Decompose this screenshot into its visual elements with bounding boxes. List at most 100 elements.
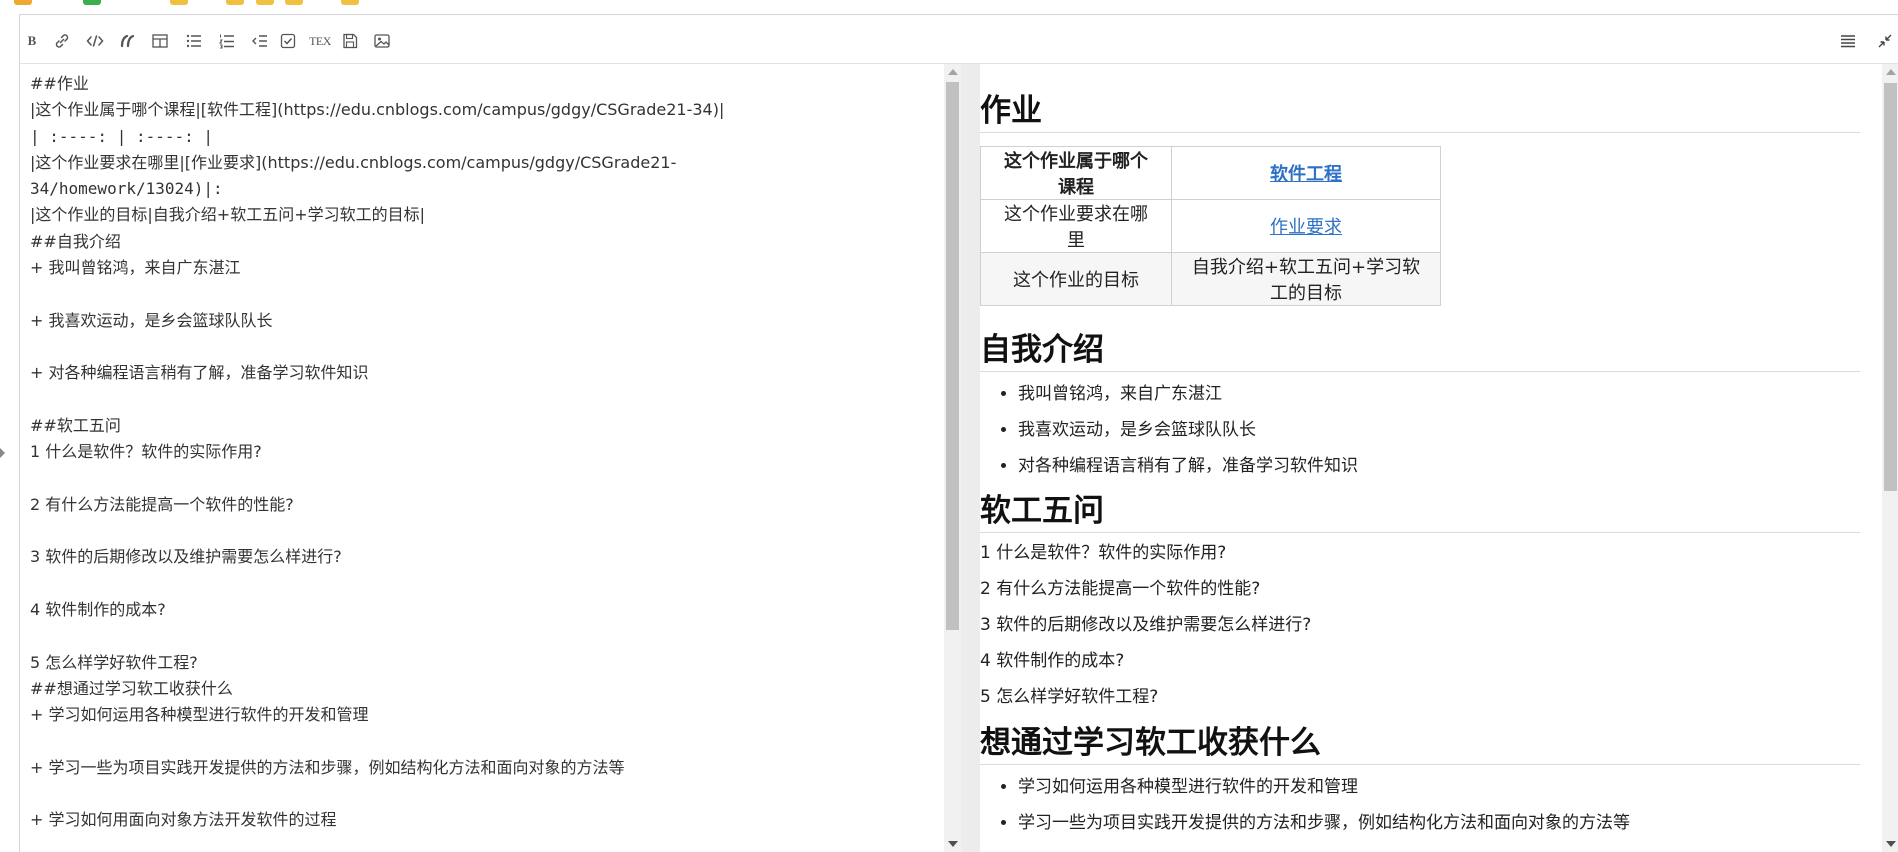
source-line[interactable] <box>30 781 930 807</box>
tex-button[interactable]: TEX <box>306 29 334 53</box>
preview-scrollbar[interactable] <box>1882 64 1898 852</box>
intro-list: 我叫曾铭鸿，来自广东湛江 我喜欢运动，是乡会篮球队队长 对各种编程语言稍有了解，… <box>980 376 1860 484</box>
image-button[interactable] <box>370 29 394 53</box>
source-text[interactable]: ##作业 |这个作业属于哪个课程|[软件工程](https://edu.cnblo… <box>30 71 930 834</box>
source-line[interactable]: |这个作业属于哪个课程|[软件工程](https://edu.cnblogs.c… <box>30 97 930 123</box>
source-line[interactable] <box>30 518 930 544</box>
source-line[interactable]: + 对各种编程语言稍有了解，准备学习软件知识 <box>30 360 930 386</box>
source-line[interactable] <box>30 387 930 413</box>
top-strip <box>0 0 1898 8</box>
table-cell: 作业要求 <box>1171 199 1441 253</box>
scroll-thumb[interactable] <box>946 82 959 630</box>
folder-icon[interactable] <box>341 0 359 5</box>
folder-icon[interactable] <box>285 0 303 5</box>
code-button[interactable] <box>83 29 107 53</box>
source-line[interactable] <box>30 465 930 491</box>
markdown-preview-pane: 作业 这个作业属于哪个课程 软件工程 这个作业要求在哪里 作业要求 这个作业的目… <box>980 64 1882 852</box>
quote-icon <box>120 34 135 48</box>
table-row: 这个作业的目标 自我介绍+软工五问+学习软工的目标 <box>980 252 1441 306</box>
list-item: 我叫曾铭鸿，来自广东湛江 <box>1018 376 1860 412</box>
source-line[interactable]: + 学习一些为项目实践开发提供的方法和步骤，例如结构化方法和面向对象的方法等 <box>30 755 930 781</box>
question-line: 1 什么是软件？软件的实际作用? <box>980 543 1227 563</box>
bold-button[interactable]: B <box>20 29 44 53</box>
bullet-list-icon <box>186 34 201 48</box>
link-button[interactable] <box>50 29 74 53</box>
scroll-down-arrow-icon[interactable] <box>948 841 958 847</box>
heading-questions: 软工五问 <box>980 492 1860 533</box>
source-line[interactable] <box>30 623 930 649</box>
table-cell: 这个作业的目标 <box>980 252 1172 306</box>
source-line[interactable]: + 学习如何运用各种模型进行软件的开发和管理 <box>30 702 930 728</box>
source-line[interactable]: + 我喜欢运动，是乡会篮球队队长 <box>30 308 930 334</box>
goals-list: 学习如何运用各种模型进行软件的开发和管理 学习一些为项目实践开发提供的方法和步骤… <box>980 769 1860 841</box>
scroll-thumb[interactable] <box>1884 83 1897 491</box>
source-line[interactable]: + 学习如何用面向对象方法开发软件的过程 <box>30 807 930 833</box>
folder-icon[interactable] <box>226 0 244 5</box>
list-item: 对各种编程语言稍有了解，准备学习软件知识 <box>1018 448 1860 484</box>
table-cell: 这个作业要求在哪里 <box>980 199 1172 253</box>
source-line[interactable]: ##作业 <box>30 71 930 97</box>
heading-intro: 自我介绍 <box>980 331 1860 372</box>
question-line: 3 软件的后期修改以及维护需要怎么样进行? <box>980 615 1312 635</box>
outdent-icon <box>252 35 267 47</box>
star-icon[interactable] <box>14 0 32 5</box>
folder-icon[interactable] <box>256 0 274 5</box>
source-line[interactable] <box>30 334 930 360</box>
source-line[interactable]: ##想通过学习软工收获什么 <box>30 676 930 702</box>
source-line[interactable]: 5 怎么样学好软件工程? <box>30 650 930 676</box>
question-line: 5 怎么样学好软件工程? <box>980 687 1159 707</box>
homework-table: 这个作业属于哪个课程 软件工程 这个作业要求在哪里 作业要求 这个作业的目标 自… <box>980 146 1441 306</box>
outdent-button[interactable] <box>248 29 272 53</box>
table-cell: 自我介绍+软工五问+学习软工的目标 <box>1171 252 1441 306</box>
source-line[interactable]: 34/homework/13024)|: <box>30 176 930 202</box>
source-line[interactable]: ##自我介绍 <box>30 229 930 255</box>
bold-icon: B <box>27 33 37 48</box>
quote-button[interactable] <box>116 29 140 53</box>
folder-icon[interactable] <box>170 0 188 5</box>
list-item: 我喜欢运动，是乡会篮球队队长 <box>1018 412 1860 448</box>
toc-button[interactable] <box>1836 29 1860 53</box>
shrink-button[interactable] <box>1873 29 1897 53</box>
unordered-list-button[interactable] <box>182 29 206 53</box>
question-line: 2 有什么方法能提高一个软件的性能? <box>980 579 1261 599</box>
source-line[interactable]: |这个作业要求在哪里|[作业要求](https://edu.cnblogs.co… <box>30 150 930 176</box>
source-line[interactable] <box>30 571 930 597</box>
source-line[interactable]: 4 软件制作的成本? <box>30 597 930 623</box>
scroll-up-arrow-icon[interactable] <box>1886 69 1896 75</box>
source-line[interactable] <box>30 281 930 307</box>
menu-icon <box>1841 35 1855 48</box>
table-header-cell: 这个作业属于哪个课程 <box>980 146 1172 200</box>
requirement-link[interactable]: 作业要求 <box>1270 217 1342 238</box>
source-line[interactable]: |这个作业的目标|自我介绍+软工五问+学习软工的目标| <box>30 202 930 228</box>
link-icon <box>55 34 69 48</box>
course-link[interactable]: 软件工程 <box>1270 164 1342 185</box>
heading-goals: 想通过学习软工收获什么 <box>980 724 1860 765</box>
scroll-up-arrow-icon[interactable] <box>948 69 958 75</box>
save-button[interactable] <box>338 29 362 53</box>
scroll-down-arrow-icon[interactable] <box>1886 841 1896 847</box>
expand-handle-icon[interactable] <box>0 448 5 458</box>
source-line[interactable]: | :----: | :----: | <box>30 124 930 150</box>
collapse-icon <box>1878 34 1892 48</box>
source-line[interactable]: ##软工五问 <box>30 413 930 439</box>
source-line[interactable]: 3 软件的后期修改以及维护需要怎么样进行? <box>30 544 930 570</box>
save-icon <box>343 33 358 49</box>
source-line[interactable] <box>30 728 930 754</box>
numbered-list-icon <box>219 34 234 49</box>
markdown-source-pane[interactable]: ##作业 |这个作业属于哪个课程|[软件工程](https://edu.cnblo… <box>20 64 945 852</box>
plus-icon[interactable] <box>83 0 101 5</box>
pane-divider <box>961 64 980 852</box>
source-line[interactable]: 2 有什么方法能提高一个软件的性能? <box>30 492 930 518</box>
heading-homework: 作业 <box>980 92 1860 133</box>
table-row: 这个作业属于哪个课程 软件工程 <box>980 146 1441 200</box>
table-button[interactable] <box>148 29 172 53</box>
source-line[interactable]: + 我叫曾铭鸿，来自广东湛江 <box>30 255 930 281</box>
editor-toolbar: B TEX <box>20 15 1898 64</box>
ordered-list-button[interactable] <box>215 29 239 53</box>
list-item: 学习如何运用各种模型进行软件的开发和管理 <box>1018 769 1860 805</box>
markdown-editor: B TEX ##作业 |这个作业属于哪个课程|[软件工程](https://ed… <box>19 14 1898 852</box>
task-list-button[interactable] <box>276 29 300 53</box>
source-line[interactable]: 1 什么是软件？软件的实际作用? <box>30 439 930 465</box>
question-line: 4 软件制作的成本? <box>980 651 1125 671</box>
source-scrollbar[interactable] <box>944 64 961 852</box>
